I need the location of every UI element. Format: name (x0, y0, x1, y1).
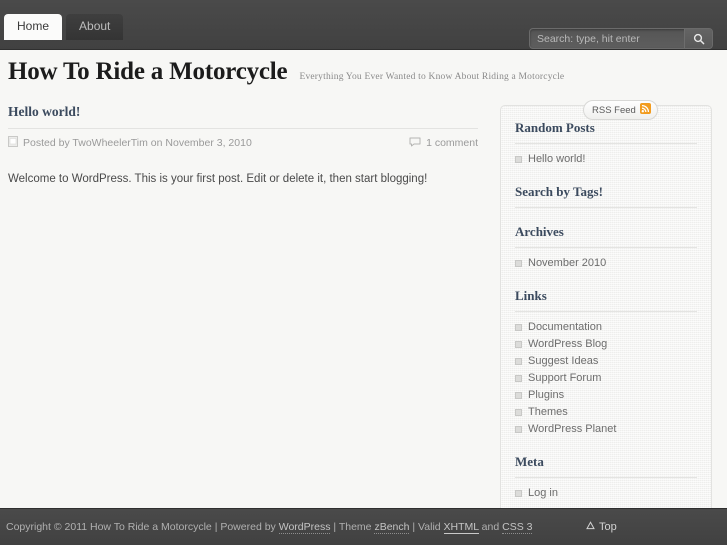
list-item[interactable]: Support Forum (515, 370, 697, 387)
list-item-label: Hello world! (528, 153, 586, 165)
widget-list: November 2010 (515, 255, 697, 272)
list-item-label: Plugins (528, 389, 565, 401)
bullet-square-icon (515, 426, 522, 433)
widget-title: Links (515, 288, 697, 312)
widget-title: Archives (515, 224, 697, 248)
bullet-square-icon (515, 341, 522, 348)
search-submit-button[interactable] (684, 29, 712, 48)
bullet-square-icon (515, 392, 522, 399)
post-comments-link[interactable]: 1 comment (409, 137, 478, 150)
widget-title: Random Posts (515, 120, 697, 144)
footer-valid-mid: and (478, 521, 503, 533)
widget-title: Search by Tags! (515, 184, 697, 208)
list-item[interactable]: WordPress Planet (515, 421, 697, 438)
bullet-square-icon (515, 156, 522, 163)
list-item[interactable]: Suggest Ideas (515, 353, 697, 370)
bullet-square-icon (515, 409, 522, 416)
rss-badge-label: RSS Feed (592, 104, 636, 116)
triangle-up-icon (586, 521, 595, 533)
footer-separator-3: | (409, 521, 419, 533)
post-title[interactable]: Hello world! (8, 104, 478, 120)
search-input[interactable] (530, 29, 684, 48)
footer-copyright: Copyright © 2011 How To Ride a Motorcycl… (6, 521, 533, 534)
post-meta: Posted by TwoWheelerTim on November 3, 2… (8, 128, 478, 150)
document-icon (8, 136, 18, 150)
search-box[interactable] (529, 28, 713, 49)
footer-powered-prefix: Powered by (220, 521, 279, 533)
widget-list: Hello world! (515, 151, 697, 168)
main-content: Hello world! Posted by TwoWheelerTim on … (8, 104, 478, 200)
list-item-label: Support Forum (528, 372, 602, 384)
rss-feed-badge[interactable]: RSS Feed (583, 100, 658, 120)
footer-copyright-text: Copyright © 2011 How To Ride a Motorcycl… (6, 521, 212, 533)
widget-meta: Meta Log in (515, 454, 697, 502)
list-item[interactable]: Log in (515, 485, 697, 502)
bullet-square-icon (515, 260, 522, 267)
site-footer: Copyright © 2011 How To Ride a Motorcycl… (0, 508, 727, 545)
list-item-label: Suggest Ideas (528, 355, 599, 367)
post-body: Welcome to WordPress. This is your first… (8, 173, 428, 185)
list-item[interactable]: November 2010 (515, 255, 697, 272)
back-to-top-label: Top (599, 521, 617, 533)
list-item[interactable]: Plugins (515, 387, 697, 404)
footer-separator-2: | (330, 521, 339, 533)
bullet-square-icon (515, 375, 522, 382)
widget-random-posts: Random Posts Hello world! (515, 120, 697, 168)
list-item-label: Themes (528, 406, 568, 418)
footer-theme-link[interactable]: zBench (374, 521, 410, 534)
list-item-label: WordPress Planet (528, 423, 617, 435)
widget-list: Documentation WordPress Blog Suggest Ide… (515, 319, 697, 438)
bullet-square-icon (515, 490, 522, 497)
post-byline-text: Posted by TwoWheelerTim on November 3, 2… (23, 137, 252, 149)
list-item[interactable]: WordPress Blog (515, 336, 697, 353)
rss-icon (639, 103, 651, 117)
list-item-label: Log in (528, 487, 558, 499)
search-icon (693, 33, 705, 45)
post-article: Hello world! Posted by TwoWheelerTim on … (8, 104, 478, 188)
site-tagline: Everything You Ever Wanted to Know About… (299, 72, 565, 82)
footer-theme-prefix: Theme (338, 521, 375, 533)
comment-bubble-icon (409, 137, 421, 150)
nav-tab-about[interactable]: About (66, 14, 124, 40)
widget-list: Log in (515, 485, 697, 502)
list-item-label: Documentation (528, 321, 602, 333)
site-branding: How To Ride a Motorcycle Everything You … (8, 58, 708, 86)
list-item-label: WordPress Blog (528, 338, 608, 350)
widget-links: Links Documentation WordPress Blog Sugge… (515, 288, 697, 438)
list-item[interactable]: Themes (515, 404, 697, 421)
bullet-square-icon (515, 324, 522, 331)
footer-wordpress-link[interactable]: WordPress (278, 521, 331, 534)
widget-archives: Archives November 2010 (515, 224, 697, 272)
footer-valid-prefix: Valid (418, 521, 444, 533)
widget-search-by-tags: Search by Tags! (515, 184, 697, 208)
nav-tab-home[interactable]: Home (4, 14, 63, 40)
footer-css-link[interactable]: CSS 3 (502, 521, 533, 534)
bullet-square-icon (515, 358, 522, 365)
post-comments-count: 1 comment (426, 137, 478, 149)
list-item-label: November 2010 (528, 257, 607, 269)
back-to-top-link[interactable]: Top (586, 521, 617, 533)
widget-title: Meta (515, 454, 697, 478)
site-title[interactable]: How To Ride a Motorcycle (8, 58, 288, 86)
post-meta-byline: Posted by TwoWheelerTim on November 3, 2… (8, 136, 252, 150)
primary-navigation: Home About (4, 14, 124, 40)
footer-xhtml-link[interactable]: XHTML (443, 521, 479, 534)
list-item[interactable]: Hello world! (515, 151, 697, 168)
list-item[interactable]: Documentation (515, 319, 697, 336)
sidebar: Random Posts Hello world! Search by Tags… (500, 105, 712, 519)
